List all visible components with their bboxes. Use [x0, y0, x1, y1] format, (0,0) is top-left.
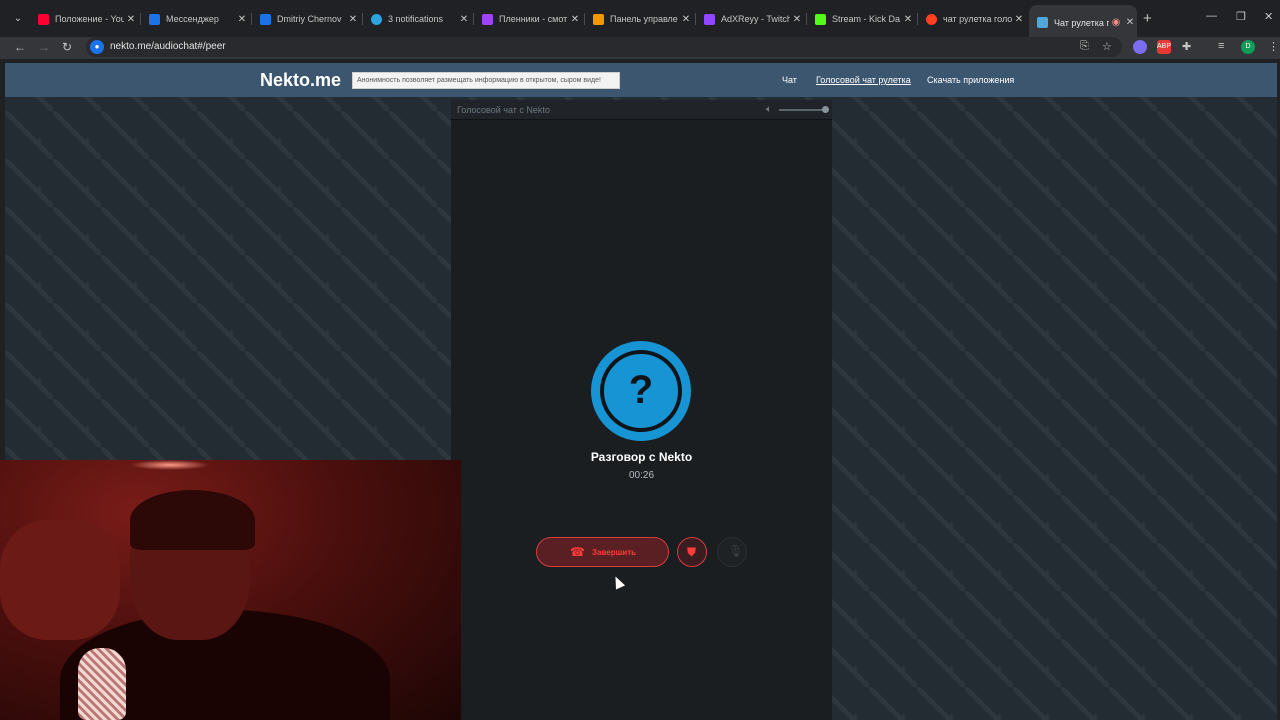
- site-notice: Анонимность позволяет размещать информац…: [352, 72, 620, 89]
- peer-avatar: ?: [591, 341, 691, 441]
- install-app-icon[interactable]: ⎘: [1080, 40, 1089, 53]
- recording-icon: ◉: [1111, 17, 1121, 28]
- close-icon[interactable]: ✕: [235, 14, 249, 25]
- microphone-icon: 🎙︎: [728, 544, 744, 558]
- site-logo[interactable]: Nekto.me: [260, 70, 341, 91]
- browser-menu-icon[interactable]: ⋮: [1268, 40, 1279, 53]
- nav-link-chat[interactable]: Чат: [782, 75, 797, 85]
- profile-avatar[interactable]: D: [1241, 40, 1255, 54]
- tab-title: 3 notifications: [388, 14, 444, 24]
- close-icon[interactable]: ✕: [679, 14, 693, 25]
- hang-up-phone-icon: ☎: [570, 545, 585, 559]
- bookmark-star-icon[interactable]: ☆: [1102, 40, 1112, 53]
- shield-icon: ⛊: [687, 545, 697, 559]
- tab-dmitriy[interactable]: Dmitriy Chernov ✕: [252, 8, 360, 30]
- close-icon[interactable]: ✕: [124, 14, 138, 25]
- tab-telegram[interactable]: 3 notifications ✕: [363, 8, 471, 30]
- report-button[interactable]: ⛊: [677, 537, 707, 567]
- tab-title: Пленники - смот: [499, 14, 568, 24]
- tab-youtube[interactable]: Положение - You ✕: [30, 8, 138, 30]
- back-button[interactable]: ←: [14, 40, 26, 54]
- volume-slider-handle[interactable]: [822, 106, 829, 113]
- site-header: Nekto.me Анонимность позволяет размещать…: [5, 63, 1277, 97]
- volume-icon[interactable]: 🔈︎: [766, 104, 772, 115]
- nav-link-voice-roulette[interactable]: Голосовой чат рулетка: [816, 75, 911, 85]
- forward-button[interactable]: →: [38, 40, 50, 54]
- tab-messenger[interactable]: Мессенджер ✕: [141, 8, 249, 30]
- call-timer: 00:26: [628, 470, 655, 481]
- url-text: nekto.me/audiochat#/peer: [110, 41, 226, 52]
- volume-slider[interactable]: [779, 109, 825, 111]
- window-close-button[interactable]: ✕: [1264, 10, 1273, 23]
- new-tab-button[interactable]: +: [1143, 10, 1152, 27]
- close-icon[interactable]: ✕: [1012, 14, 1026, 25]
- tab-kick[interactable]: Stream - Kick Da ✕: [807, 8, 915, 30]
- panel-header: Голосовой чат с Nekto 🔈︎: [451, 100, 832, 120]
- webcam-overlay: [0, 460, 461, 720]
- yandex-icon: [926, 13, 937, 25]
- close-icon[interactable]: ✕: [457, 14, 471, 25]
- browser-toolbar: ← → ↻ ● nekto.me/audiochat#/peer ⎘ ☆ ABP…: [0, 37, 1280, 59]
- close-icon[interactable]: ✕: [1123, 17, 1137, 28]
- close-icon[interactable]: ✕: [346, 14, 360, 25]
- twitch-icon: [704, 13, 715, 25]
- address-bar[interactable]: ● nekto.me/audiochat#/peer ⎘ ☆: [86, 37, 1122, 57]
- reload-button[interactable]: ↻: [62, 40, 72, 54]
- tab-search-button[interactable]: ⌄: [10, 11, 26, 27]
- nav-link-download[interactable]: Скачать приложения: [927, 75, 1014, 85]
- tab-title: Мессенджер: [166, 14, 219, 24]
- close-icon[interactable]: ✕: [790, 14, 804, 25]
- messenger-icon: [149, 13, 160, 25]
- browser-tab-strip: ⌄ Положение - You ✕ Мессенджер ✕ Dmitriy…: [0, 0, 1280, 37]
- extensions-puzzle-icon[interactable]: ✚: [1182, 40, 1191, 53]
- messenger-icon: [260, 13, 271, 25]
- restore-button[interactable]: ❐: [1236, 10, 1246, 23]
- webcam-microphone: [78, 648, 126, 720]
- tab-title: Чат рулетка г: [1054, 17, 1109, 28]
- tab-title: AdXReyy - Twitch: [721, 14, 790, 24]
- reading-list-icon[interactable]: ≡: [1218, 40, 1224, 52]
- microphone-permission-icon[interactable]: ●: [90, 40, 104, 54]
- panel-icon: [593, 13, 604, 25]
- telegram-icon: [371, 13, 382, 25]
- voice-chat-panel: Голосовой чат с Nekto 🔈︎ ? Разговор с Ne…: [451, 100, 832, 720]
- tab-title: Положение - You: [55, 14, 124, 24]
- webcam-light: [130, 460, 210, 470]
- tab-yandex-search[interactable]: чат рулетка голо ✕: [918, 8, 1026, 30]
- end-call-label: Завершить: [592, 548, 637, 557]
- tab-title: Панель управле: [610, 14, 678, 24]
- tab-title: чат рулетка голо: [943, 14, 1012, 24]
- tab-twitch[interactable]: AdXReyy - Twitch ✕: [696, 8, 804, 30]
- extension-icon[interactable]: [1133, 40, 1147, 54]
- avatar-ring: ?: [600, 350, 682, 432]
- peer-name: Разговор с Nekto: [590, 450, 693, 464]
- tab-nekto-active[interactable]: Чат рулетка г ◉ ✕: [1029, 5, 1137, 37]
- adblock-icon[interactable]: ABP: [1157, 40, 1171, 54]
- kinopoisk-icon: [482, 13, 493, 25]
- kick-icon: [815, 13, 826, 25]
- close-icon[interactable]: ✕: [901, 14, 915, 25]
- minimize-button[interactable]: —: [1206, 10, 1217, 22]
- youtube-icon: [38, 13, 49, 25]
- webcam-background-sofa: [0, 520, 120, 640]
- webcam-person-hair: [130, 490, 255, 550]
- tab-title: Dmitriy Chernov: [277, 14, 342, 24]
- tab-title: Stream - Kick Da: [832, 14, 901, 24]
- tab-panel[interactable]: Панель управле ✕: [585, 8, 693, 30]
- panel-title: Голосовой чат с Nekto: [457, 105, 550, 115]
- tab-kinopoisk[interactable]: Пленники - смот ✕: [474, 8, 582, 30]
- nekto-icon: [1037, 17, 1048, 28]
- close-icon[interactable]: ✕: [568, 14, 582, 25]
- question-mark-icon: ?: [628, 368, 654, 412]
- mute-microphone-button[interactable]: 🎙︎: [717, 537, 747, 567]
- end-call-button[interactable]: ☎ Завершить: [536, 537, 669, 567]
